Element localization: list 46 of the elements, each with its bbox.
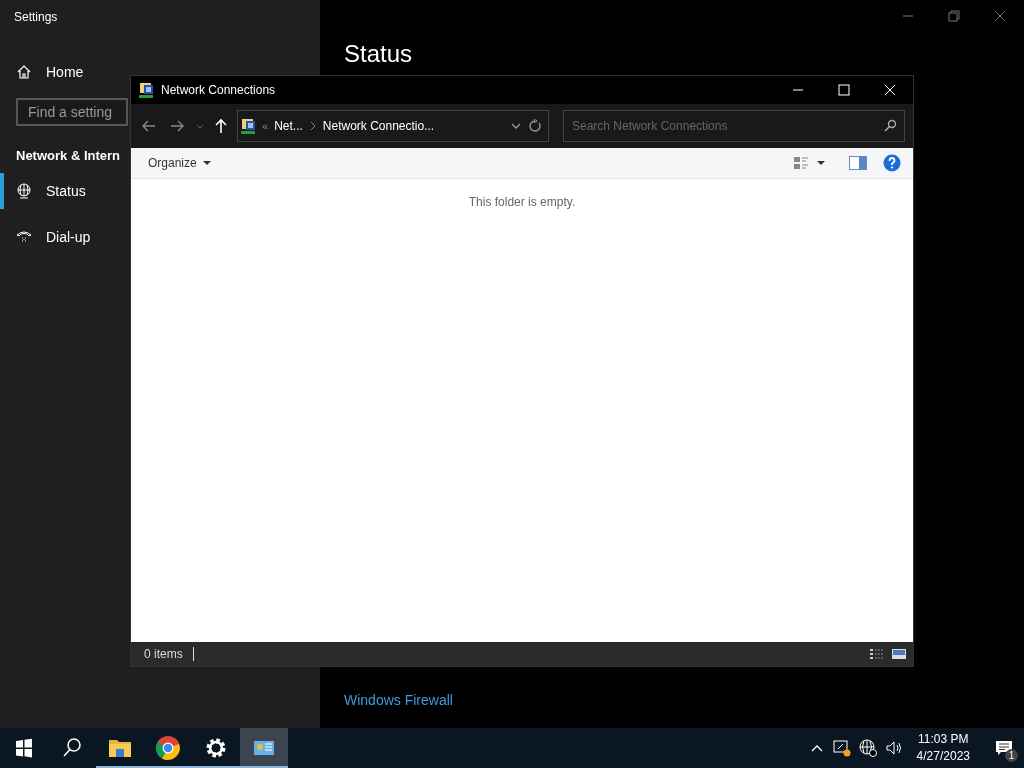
- caret-icon[interactable]: [817, 160, 825, 166]
- clock-date: 4/27/2023: [916, 748, 970, 765]
- view-options-icon[interactable]: [793, 155, 809, 171]
- network-folder-icon: [138, 82, 154, 98]
- window-title: Network Connections: [161, 83, 276, 97]
- nav-item[interactable]: Dial-up: [0, 219, 126, 255]
- message-icon: [995, 739, 1013, 757]
- address-bar[interactable]: « Net... Network Connectio...: [237, 110, 549, 142]
- restore-icon[interactable]: [948, 10, 960, 22]
- home-icon: [16, 64, 32, 80]
- firewall-link[interactable]: Windows Firewall: [344, 692, 1024, 708]
- overflow-chevrons[interactable]: «: [262, 120, 269, 132]
- clock-time: 11:03 PM: [918, 731, 969, 748]
- window-title: Settings: [13, 9, 59, 26]
- up-arrow-icon[interactable]: [213, 116, 229, 136]
- help-icon[interactable]: [883, 154, 901, 172]
- refresh-icon[interactable]: [528, 119, 542, 133]
- large-icons-view-icon[interactable]: [891, 647, 907, 661]
- speaker-icon[interactable]: [884, 739, 903, 757]
- breadcrumb-item[interactable]: Network Connectio...: [322, 119, 435, 133]
- search-icon[interactable]: [883, 119, 897, 133]
- home-link[interactable]: Home: [0, 56, 100, 88]
- page-heading: Status: [344, 40, 413, 68]
- preview-pane-icon[interactable]: [849, 156, 867, 170]
- notification-button[interactable]: 1: [984, 728, 1024, 768]
- nav-item[interactable]: Status: [0, 173, 126, 209]
- close-icon[interactable]: [994, 10, 1006, 22]
- phone-icon: [16, 229, 32, 245]
- globe-icon[interactable]: [858, 739, 877, 757]
- empty-folder-message: This folder is empty.: [468, 195, 576, 211]
- clock[interactable]: 11:03 PM 4/27/2023: [910, 731, 976, 765]
- network-connections-icon[interactable]: [240, 728, 288, 768]
- search-field[interactable]: Search Network Connections: [563, 110, 905, 142]
- item-count: 0 items: [144, 647, 194, 661]
- chevron-down-icon[interactable]: [510, 121, 522, 131]
- details-view-icon[interactable]: [869, 647, 885, 661]
- network-folder-icon: [240, 118, 256, 134]
- caret-icon: [202, 160, 211, 166]
- search-field[interactable]: Find a setting: [16, 98, 128, 126]
- breadcrumb-item[interactable]: Net...: [274, 119, 303, 133]
- section-heading: Network & Intern: [16, 148, 120, 163]
- globe-icon: [16, 183, 32, 199]
- device-warning-icon[interactable]: [832, 739, 851, 757]
- organize-button[interactable]: Organize: [141, 153, 218, 173]
- chevron-right-icon: [308, 121, 317, 131]
- notification-count: 1: [1005, 749, 1018, 762]
